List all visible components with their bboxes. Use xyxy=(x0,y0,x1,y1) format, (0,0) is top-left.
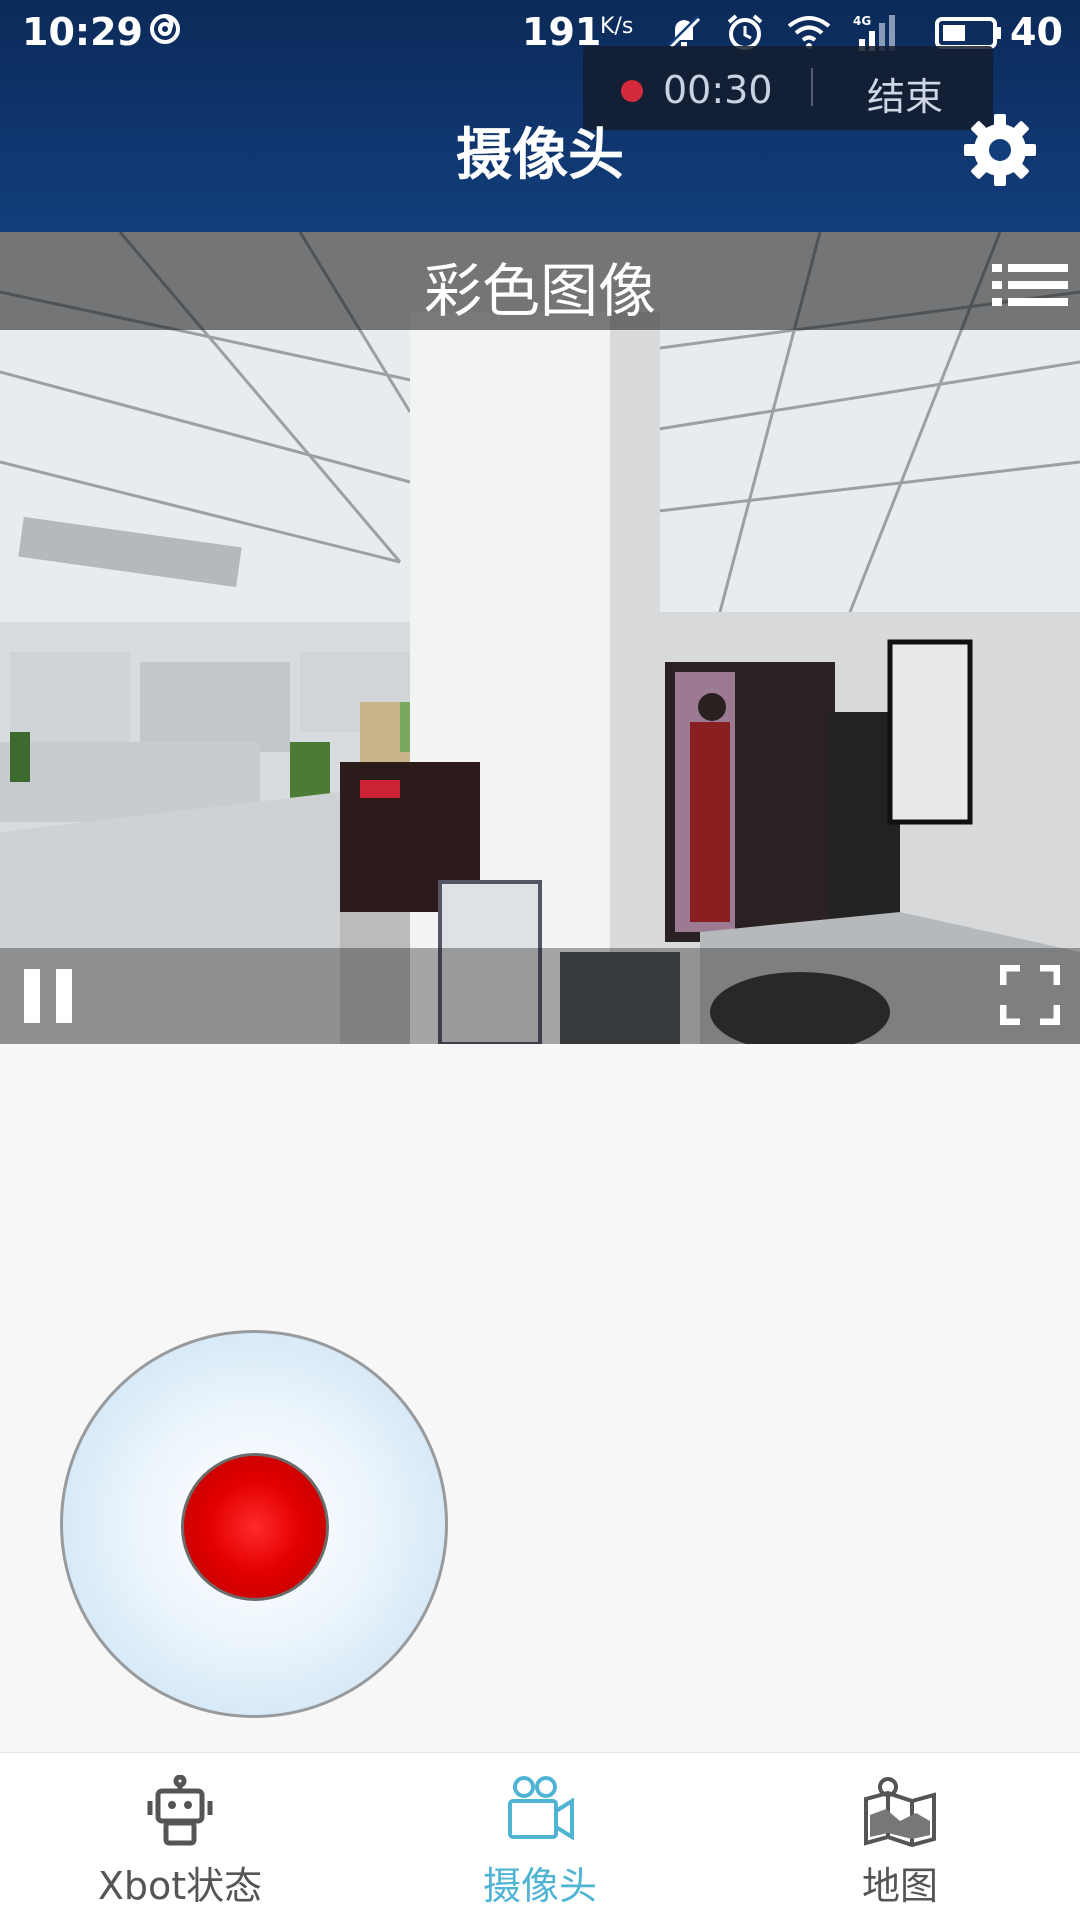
camera-control-bar xyxy=(0,948,1080,1044)
nav-item-map[interactable]: 地图 xyxy=(720,1753,1080,1921)
recording-time: 00:30 xyxy=(663,68,773,112)
hotspot-ring-icon xyxy=(150,14,180,44)
camera-image xyxy=(0,232,1080,1044)
status-time: 10:29 xyxy=(22,10,143,54)
list-icon[interactable] xyxy=(992,262,1068,308)
net-speed-unit: K/s xyxy=(600,14,634,39)
joystick-knob[interactable] xyxy=(181,1453,329,1601)
gear-icon[interactable] xyxy=(958,108,1042,192)
robot-icon xyxy=(147,1775,213,1846)
pause-icon[interactable] xyxy=(22,965,76,1027)
nav-label-xbot-status: Xbot状态 xyxy=(97,1864,263,1908)
app-header: 10:29 191 K/s 4G 40 00:30 结束 摄像头 xyxy=(0,0,1080,232)
nav-label-camera: 摄像头 xyxy=(482,1864,597,1908)
nav-item-xbot-status[interactable]: Xbot状态 xyxy=(0,1753,360,1921)
fullscreen-icon[interactable] xyxy=(1000,965,1060,1025)
svg-text:4G: 4G xyxy=(853,14,871,28)
battery-icon xyxy=(935,17,1001,49)
nav-item-camera[interactable]: 摄像头 xyxy=(360,1753,720,1921)
recording-divider xyxy=(811,68,813,106)
wifi-icon xyxy=(787,16,831,49)
camera-feed[interactable]: 彩色图像 xyxy=(0,232,1080,1044)
bottom-navigation: Xbot状态 摄像头 地图 xyxy=(0,1752,1080,1921)
page-title: 摄像头 xyxy=(456,123,624,188)
battery-level: 40 xyxy=(1010,10,1063,54)
video-camera-icon xyxy=(508,1776,574,1841)
nav-label-map: 地图 xyxy=(861,1864,938,1908)
map-icon xyxy=(864,1777,936,1847)
camera-mode-title: 彩色图像 xyxy=(423,257,656,325)
recording-dot xyxy=(621,80,643,102)
